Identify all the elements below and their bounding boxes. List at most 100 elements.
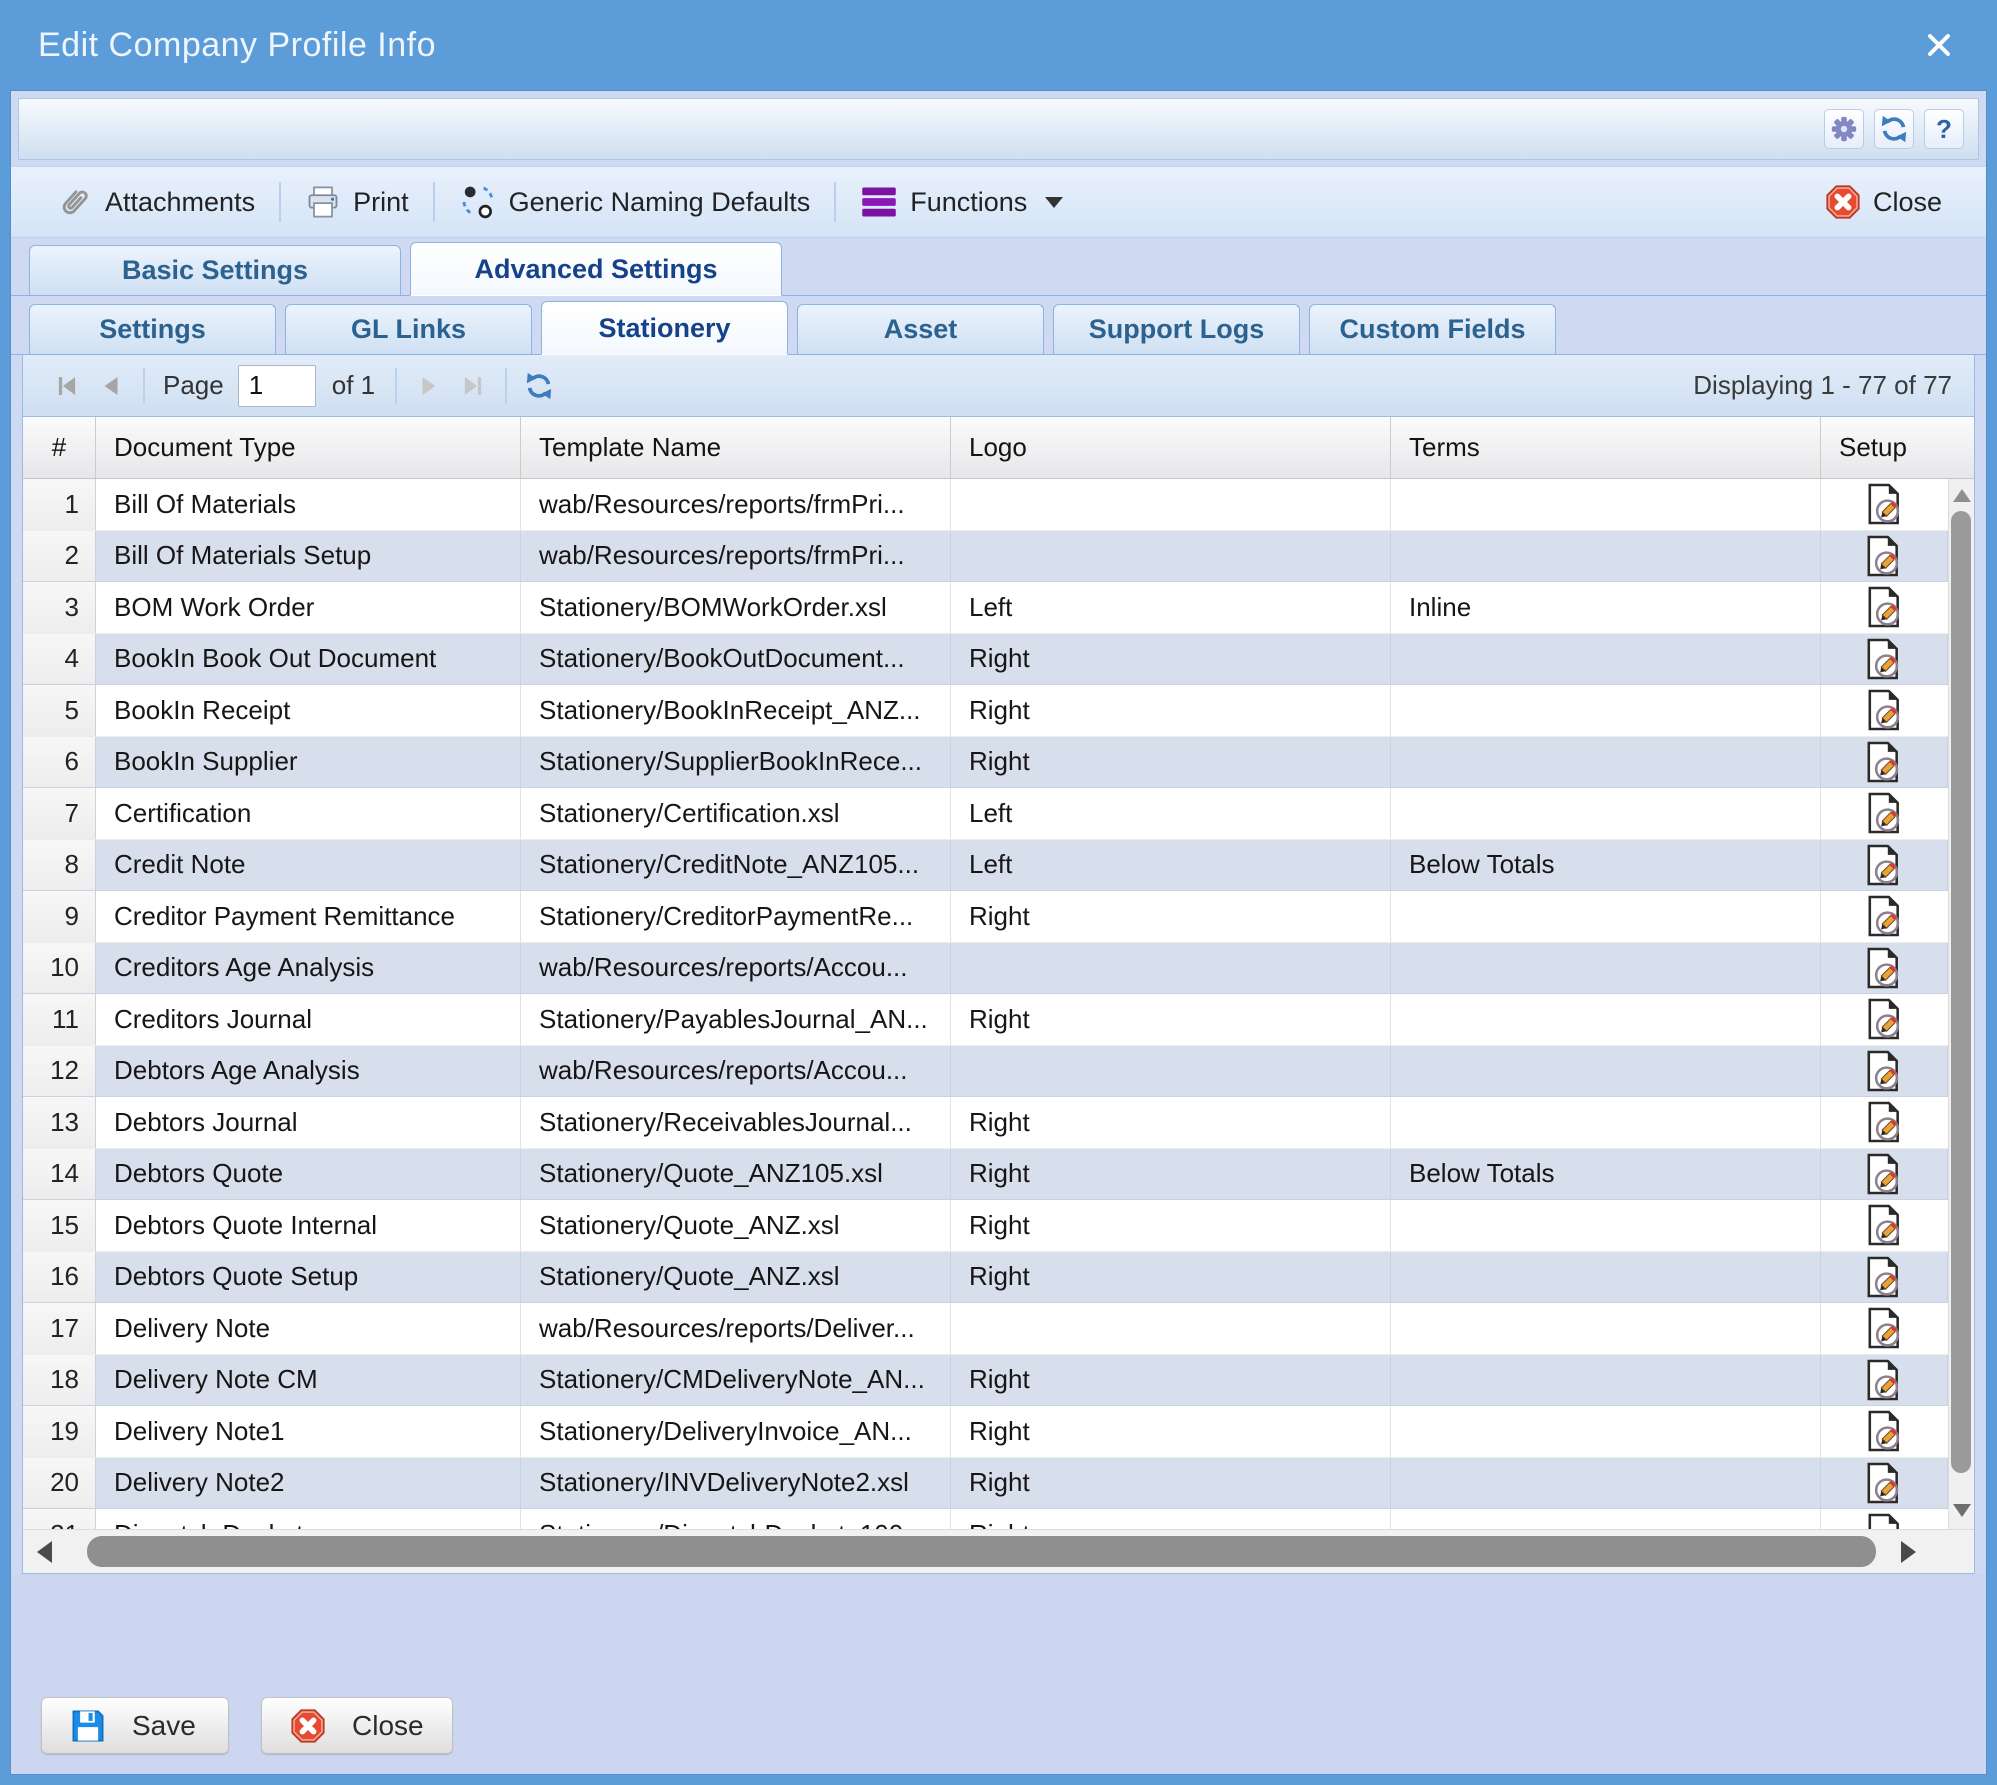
document-type-cell[interactable]: Credit Note bbox=[96, 840, 521, 891]
table-row[interactable]: 5 BookIn Receipt Stationery/BookInReceip… bbox=[23, 685, 1948, 737]
template-name-cell[interactable]: wab/Resources/reports/frmPri... bbox=[521, 531, 951, 582]
horizontal-scrollbar[interactable] bbox=[23, 1529, 1974, 1573]
close-button[interactable]: Close bbox=[261, 1697, 453, 1754]
document-type-cell[interactable]: BOM Work Order bbox=[96, 582, 521, 633]
column-header-terms[interactable]: Terms bbox=[1391, 417, 1821, 478]
table-row[interactable]: 12 Debtors Age Analysis wab/Resources/re… bbox=[23, 1046, 1948, 1098]
table-row[interactable]: 7 Certification Stationery/Certification… bbox=[23, 788, 1948, 840]
setup-edit-icon[interactable] bbox=[1865, 637, 1903, 681]
last-page-button[interactable] bbox=[451, 364, 495, 408]
generic-naming-defaults-button[interactable]: Generic Naming Defaults bbox=[441, 184, 829, 220]
setup-edit-icon[interactable] bbox=[1866, 1100, 1904, 1144]
column-header-setup[interactable]: Setup bbox=[1821, 417, 1974, 478]
tab-stationery[interactable]: Stationery bbox=[541, 301, 788, 355]
tab-gl-links[interactable]: GL Links bbox=[285, 304, 532, 354]
logo-cell[interactable]: Right bbox=[951, 1200, 1391, 1251]
horizontal-scrollbar-thumb[interactable] bbox=[87, 1536, 1876, 1567]
setup-edit-icon[interactable] bbox=[1865, 1358, 1903, 1402]
next-page-button[interactable] bbox=[407, 364, 451, 408]
setup-edit-icon[interactable] bbox=[1865, 740, 1903, 784]
scroll-right-arrow-icon[interactable] bbox=[1901, 1541, 1916, 1563]
tab-basic-settings[interactable]: Basic Settings bbox=[29, 245, 401, 295]
logo-cell[interactable] bbox=[951, 943, 1391, 994]
template-name-cell[interactable]: Stationery/PayablesJournal_AN... bbox=[521, 994, 951, 1045]
template-name-cell[interactable]: Stationery/BOMWorkOrder.xsl bbox=[521, 582, 951, 633]
save-button[interactable]: Save bbox=[41, 1697, 229, 1754]
tab-advanced-settings[interactable]: Advanced Settings bbox=[410, 242, 782, 296]
template-name-cell[interactable]: Stationery/BookInReceipt_ANZ... bbox=[521, 685, 951, 736]
tab-settings[interactable]: Settings bbox=[29, 304, 276, 354]
document-type-cell[interactable]: Delivery Note2 bbox=[96, 1458, 521, 1509]
document-type-cell[interactable]: BookIn Receipt bbox=[96, 685, 521, 736]
tab-custom-fields[interactable]: Custom Fields bbox=[1309, 304, 1556, 354]
tab-asset[interactable]: Asset bbox=[797, 304, 1044, 354]
column-header-logo[interactable]: Logo bbox=[951, 417, 1391, 478]
setup-edit-icon[interactable] bbox=[1865, 1255, 1903, 1299]
previous-page-button[interactable] bbox=[89, 364, 133, 408]
terms-cell[interactable] bbox=[1391, 1252, 1821, 1303]
column-header-template-name[interactable]: Template Name bbox=[521, 417, 951, 478]
document-type-cell[interactable]: Creditors Journal bbox=[96, 994, 521, 1045]
setup-edit-icon[interactable] bbox=[1866, 791, 1904, 835]
terms-cell[interactable] bbox=[1391, 788, 1821, 839]
table-row[interactable]: 6 BookIn Supplier Stationery/SupplierBoo… bbox=[23, 737, 1948, 789]
template-name-cell[interactable]: Stationery/BookOutDocument... bbox=[521, 634, 951, 685]
terms-cell[interactable] bbox=[1391, 1509, 1821, 1529]
column-header-num[interactable]: # bbox=[23, 417, 96, 478]
terms-cell[interactable] bbox=[1391, 891, 1821, 942]
table-row[interactable]: 1 Bill Of Materials wab/Resources/report… bbox=[23, 479, 1948, 531]
document-type-cell[interactable]: Debtors Quote Internal bbox=[96, 1200, 521, 1251]
logo-cell[interactable]: Right bbox=[951, 1458, 1391, 1509]
logo-cell[interactable]: Right bbox=[951, 634, 1391, 685]
document-type-cell[interactable]: Debtors Journal bbox=[96, 1097, 521, 1148]
table-row[interactable]: 3 BOM Work Order Stationery/BOMWorkOrder… bbox=[23, 582, 1948, 634]
setup-edit-icon[interactable] bbox=[1865, 534, 1903, 578]
table-row[interactable]: 18 Delivery Note CM Stationery/CMDeliver… bbox=[23, 1355, 1948, 1407]
pager-refresh-button[interactable] bbox=[517, 364, 561, 408]
table-row[interactable]: 16 Debtors Quote Setup Stationery/Quote_… bbox=[23, 1252, 1948, 1304]
logo-cell[interactable] bbox=[951, 1303, 1391, 1354]
document-type-cell[interactable]: Delivery Note1 bbox=[96, 1406, 521, 1457]
terms-cell[interactable] bbox=[1391, 634, 1821, 685]
logo-cell[interactable]: Right bbox=[951, 1509, 1391, 1529]
template-name-cell[interactable]: wab/Resources/reports/Accou... bbox=[521, 1046, 951, 1097]
logo-cell[interactable]: Right bbox=[951, 737, 1391, 788]
template-name-cell[interactable]: wab/Resources/reports/frmPri... bbox=[521, 479, 951, 530]
logo-cell[interactable]: Right bbox=[951, 685, 1391, 736]
table-row[interactable]: 17 Delivery Note wab/Resources/reports/D… bbox=[23, 1303, 1948, 1355]
scroll-left-arrow-icon[interactable] bbox=[37, 1541, 52, 1563]
logo-cell[interactable] bbox=[951, 479, 1391, 530]
document-type-cell[interactable]: Bill Of Materials bbox=[96, 479, 521, 530]
table-row[interactable]: 20 Delivery Note2 Stationery/INVDelivery… bbox=[23, 1458, 1948, 1510]
logo-cell[interactable]: Right bbox=[951, 994, 1391, 1045]
setup-edit-icon[interactable] bbox=[1865, 1049, 1903, 1093]
template-name-cell[interactable]: Stationery/Quote_ANZ.xsl bbox=[521, 1200, 951, 1251]
terms-cell[interactable]: Inline bbox=[1391, 582, 1821, 633]
template-name-cell[interactable]: Stationery/DispatchDocket_100... bbox=[521, 1509, 951, 1529]
setup-edit-icon[interactable] bbox=[1865, 946, 1903, 990]
table-row[interactable]: 21 Dispatch Docket Stationery/DispatchDo… bbox=[23, 1509, 1948, 1529]
document-type-cell[interactable]: Creditor Payment Remittance bbox=[96, 891, 521, 942]
table-row[interactable]: 2 Bill Of Materials Setup wab/Resources/… bbox=[23, 531, 1948, 583]
document-type-cell[interactable]: Debtors Quote Setup bbox=[96, 1252, 521, 1303]
attachments-button[interactable]: Attachments bbox=[37, 183, 273, 221]
logo-cell[interactable]: Left bbox=[951, 788, 1391, 839]
terms-cell[interactable] bbox=[1391, 994, 1821, 1045]
setup-edit-icon[interactable] bbox=[1866, 585, 1904, 629]
setup-edit-icon[interactable] bbox=[1866, 997, 1904, 1041]
template-name-cell[interactable]: Stationery/CreditorPaymentRe... bbox=[521, 891, 951, 942]
document-type-cell[interactable]: BookIn Supplier bbox=[96, 737, 521, 788]
template-name-cell[interactable]: Stationery/INVDeliveryNote2.xsl bbox=[521, 1458, 951, 1509]
scroll-up-arrow-icon[interactable] bbox=[1953, 489, 1971, 502]
document-type-cell[interactable]: BookIn Book Out Document bbox=[96, 634, 521, 685]
refresh-button[interactable] bbox=[1874, 109, 1914, 149]
help-button[interactable]: ? bbox=[1924, 109, 1964, 149]
table-row[interactable]: 9 Creditor Payment Remittance Stationery… bbox=[23, 891, 1948, 943]
table-row[interactable]: 15 Debtors Quote Internal Stationery/Quo… bbox=[23, 1200, 1948, 1252]
tab-support-logs[interactable]: Support Logs bbox=[1053, 304, 1300, 354]
terms-cell[interactable] bbox=[1391, 943, 1821, 994]
table-row[interactable]: 11 Creditors Journal Stationery/Payables… bbox=[23, 994, 1948, 1046]
template-name-cell[interactable]: Stationery/DeliveryInvoice_AN... bbox=[521, 1406, 951, 1457]
logo-cell[interactable]: Right bbox=[951, 1097, 1391, 1148]
template-name-cell[interactable]: Stationery/Quote_ANZ.xsl bbox=[521, 1252, 951, 1303]
